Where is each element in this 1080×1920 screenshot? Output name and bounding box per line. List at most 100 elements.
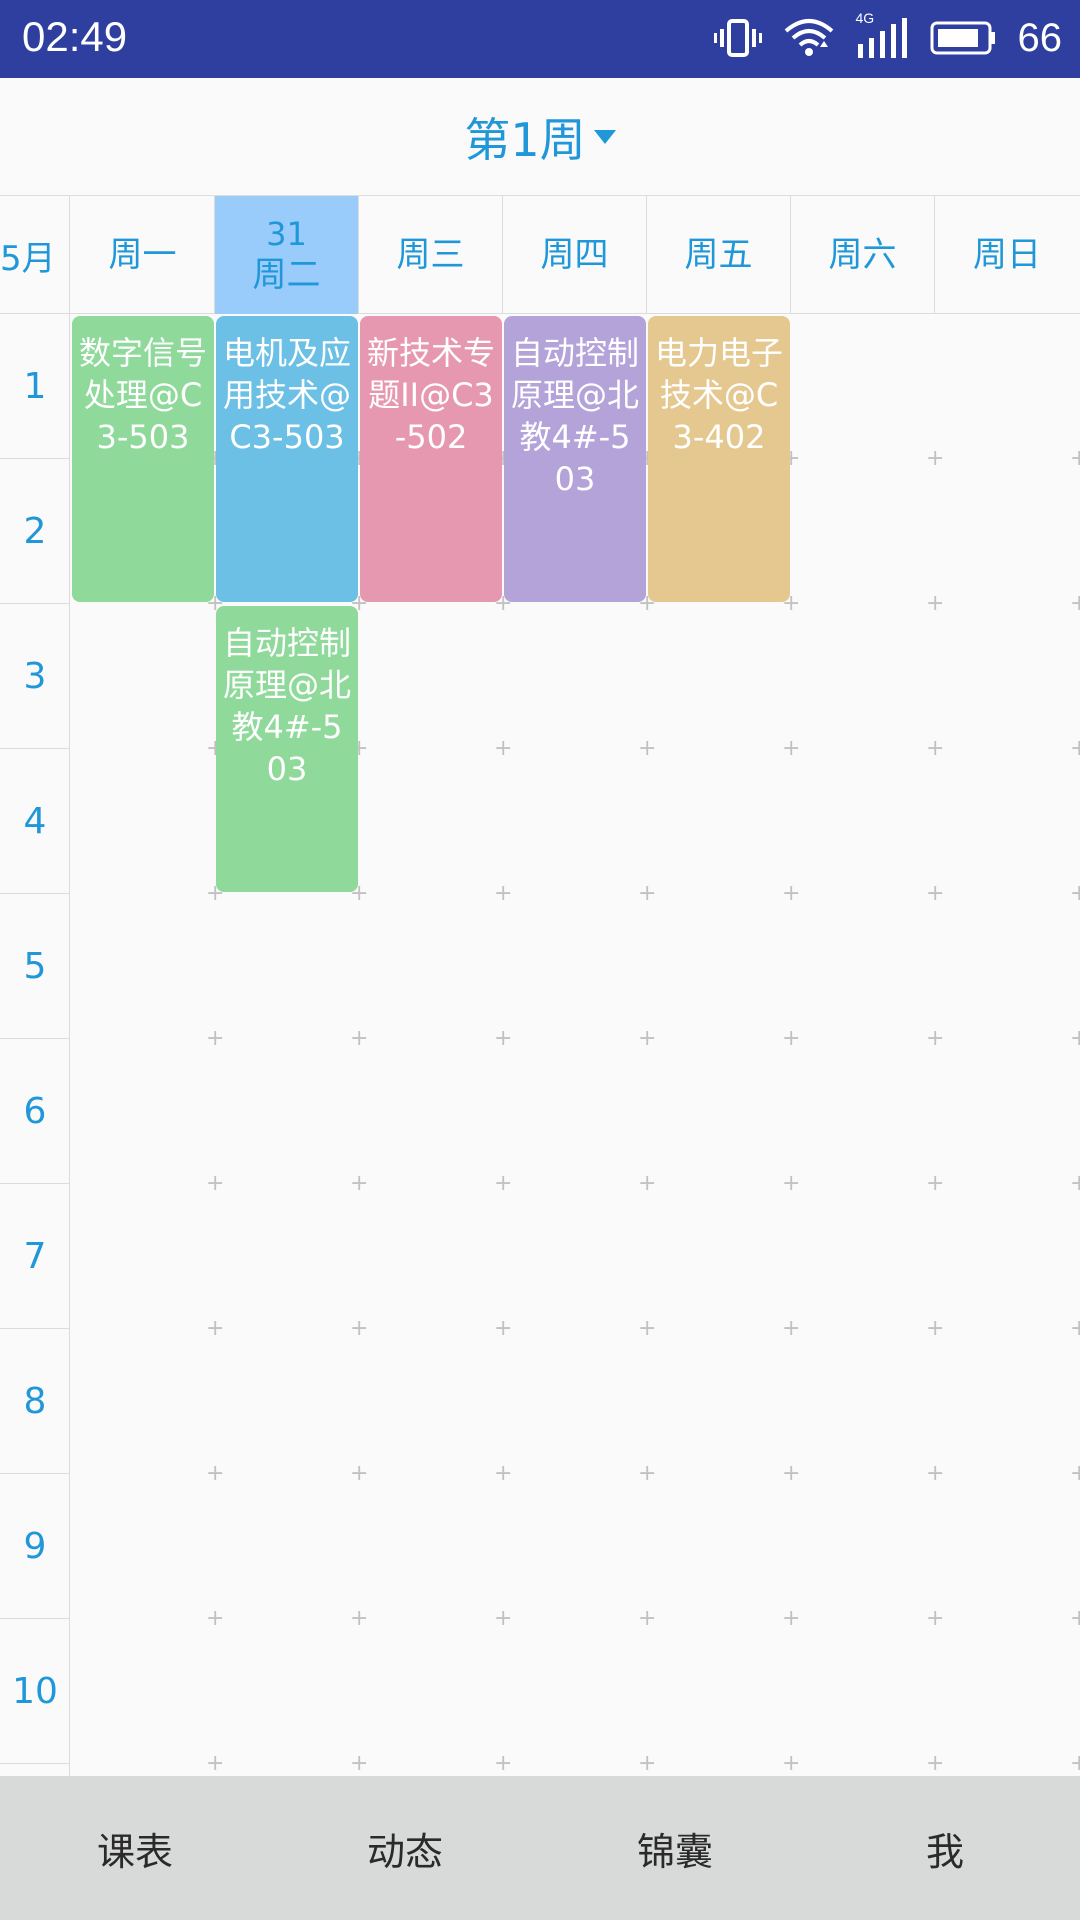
grid-plus-marker: + (494, 1606, 513, 1631)
grid-plus-marker: + (1070, 591, 1080, 616)
grid-plus-marker: + (1070, 1026, 1080, 1051)
day-header-fri: 周五 (647, 196, 791, 314)
grid-plus-marker: + (1070, 1461, 1080, 1486)
grid-plus-marker: + (638, 881, 657, 906)
grid-plus-marker: + (638, 1316, 657, 1341)
grid-plus-marker: + (350, 1026, 369, 1051)
grid-plus-marker: + (494, 1461, 513, 1486)
grid-plus-marker: + (926, 591, 945, 616)
battery-icon (930, 21, 996, 55)
grid-plus-marker: + (926, 446, 945, 471)
grid-plus-marker: + (926, 1316, 945, 1341)
grid-plus-marker: + (782, 1316, 801, 1341)
month-label: 5月 (0, 196, 70, 314)
period-label: 4 (0, 749, 70, 894)
day-header-thu: 周四 (503, 196, 647, 314)
grid-plus-marker: + (782, 1171, 801, 1196)
grid-plus-marker: + (926, 1606, 945, 1631)
course-block[interactable]: 自动控制原理@北教4#-503 (216, 606, 358, 892)
day-header-sun: 周日 (935, 196, 1079, 314)
grid-plus-marker: + (206, 1316, 225, 1341)
day-name: 周四 (540, 235, 609, 275)
nav-item-tips[interactable]: 锦囊 (540, 1776, 810, 1920)
period-label: 7 (0, 1184, 70, 1329)
grid-plus-marker: + (494, 1171, 513, 1196)
grid-plus-marker: + (926, 1461, 945, 1486)
grid-plus-marker: + (350, 1461, 369, 1486)
grid-plus-marker: + (1070, 1751, 1080, 1776)
grid-plus-marker: + (1070, 881, 1080, 906)
grid-plus-marker: + (206, 1751, 225, 1776)
grid-plus-marker: + (926, 1026, 945, 1051)
day-name: 周二 (252, 255, 321, 295)
bottom-nav: 课表 动态 锦囊 我 (0, 1776, 1080, 1920)
grid-plus-marker: + (638, 1461, 657, 1486)
grid-plus-marker: + (926, 736, 945, 761)
day-header-tue: 31 周二 (215, 196, 359, 314)
grid-plus-marker: + (782, 1751, 801, 1776)
day-name: 周六 (828, 235, 897, 275)
grid-plus-marker: + (926, 881, 945, 906)
day-name: 周一 (108, 235, 177, 275)
week-title: 第1周 (464, 112, 586, 167)
grid-plus-marker: + (350, 1316, 369, 1341)
nav-item-schedule[interactable]: 课表 (0, 1776, 270, 1920)
grid-plus-marker: + (926, 1751, 945, 1776)
day-header-row: 5月 周一 31 周二 周三 周四 周五 周六 周日 (0, 196, 1080, 314)
day-header-sat: 周六 (791, 196, 935, 314)
day-name: 周三 (396, 235, 465, 275)
grid-plus-marker: + (350, 1751, 369, 1776)
grid-plus-marker: + (1070, 1606, 1080, 1631)
course-block[interactable]: 数字信号处理@C3-503 (72, 316, 214, 602)
course-block[interactable]: 电力电子技术@C3-402 (648, 316, 790, 602)
grid-plus-marker: + (206, 1026, 225, 1051)
grid-plus-marker: + (206, 1606, 225, 1631)
grid-plus-marker: + (350, 1606, 369, 1631)
grid-plus-marker: + (206, 1461, 225, 1486)
grid-plus-marker: + (494, 1751, 513, 1776)
nav-item-me[interactable]: 我 (810, 1776, 1080, 1920)
battery-percentage: 66 (1017, 15, 1063, 60)
week-header: 第1周 (0, 78, 1080, 196)
timetable-grid[interactable]: 1 2 3 4 5 6 7 8 9 10 + + + + + + + + + + + + + + + + + + +… (0, 314, 1080, 1776)
grid-plus-marker: + (926, 1171, 945, 1196)
period-column: 1 2 3 4 5 6 7 8 9 10 (0, 314, 70, 1776)
grid-plus-marker: + (1070, 736, 1080, 761)
grid-plus-marker: + (638, 1026, 657, 1051)
status-time: 02:49 (22, 13, 128, 60)
grid-plus-marker: + (782, 1461, 801, 1486)
grid-plus-marker: + (1070, 446, 1080, 471)
status-icons: 4G 66 (713, 10, 1063, 66)
grid-plus-marker: + (638, 736, 657, 761)
status-bar: 02:49 4G 66 (0, 0, 1080, 78)
day-name: 周日 (973, 235, 1041, 275)
grid-plus-marker: + (1070, 1171, 1080, 1196)
grid-plus-marker: + (782, 881, 801, 906)
grid-plus-marker: + (494, 736, 513, 761)
grid-plus-marker: + (494, 1026, 513, 1051)
day-header-mon: 周一 (71, 196, 215, 314)
course-block[interactable]: 电机及应用技术@C3-503 (216, 316, 358, 602)
dropdown-arrow-icon (593, 129, 616, 144)
course-block[interactable]: 自动控制原理@北教4#-503 (504, 316, 646, 602)
period-label: 1 (0, 314, 70, 459)
nav-item-feed[interactable]: 动态 (270, 1776, 540, 1920)
grid-plus-marker: + (782, 1026, 801, 1051)
vibrate-icon (713, 18, 762, 58)
grid-plus-marker: + (1070, 1316, 1080, 1341)
period-label: 3 (0, 604, 70, 749)
grid-plus-marker: + (206, 1171, 225, 1196)
day-name: 周五 (684, 235, 753, 275)
course-block[interactable]: 新技术专题II@C3-502 (360, 316, 502, 602)
period-label: 10 (0, 1619, 70, 1764)
period-label: 5 (0, 894, 70, 1039)
wifi-icon (784, 17, 834, 59)
grid-plus-marker: + (638, 1606, 657, 1631)
grid-plus-marker: + (782, 736, 801, 761)
period-label: 8 (0, 1329, 70, 1474)
period-label: 6 (0, 1039, 70, 1184)
period-label: 9 (0, 1474, 70, 1619)
week-selector[interactable]: 第1周 (464, 104, 616, 170)
grid-plus-marker: + (638, 1171, 657, 1196)
network-type-label: 4G (855, 10, 875, 26)
